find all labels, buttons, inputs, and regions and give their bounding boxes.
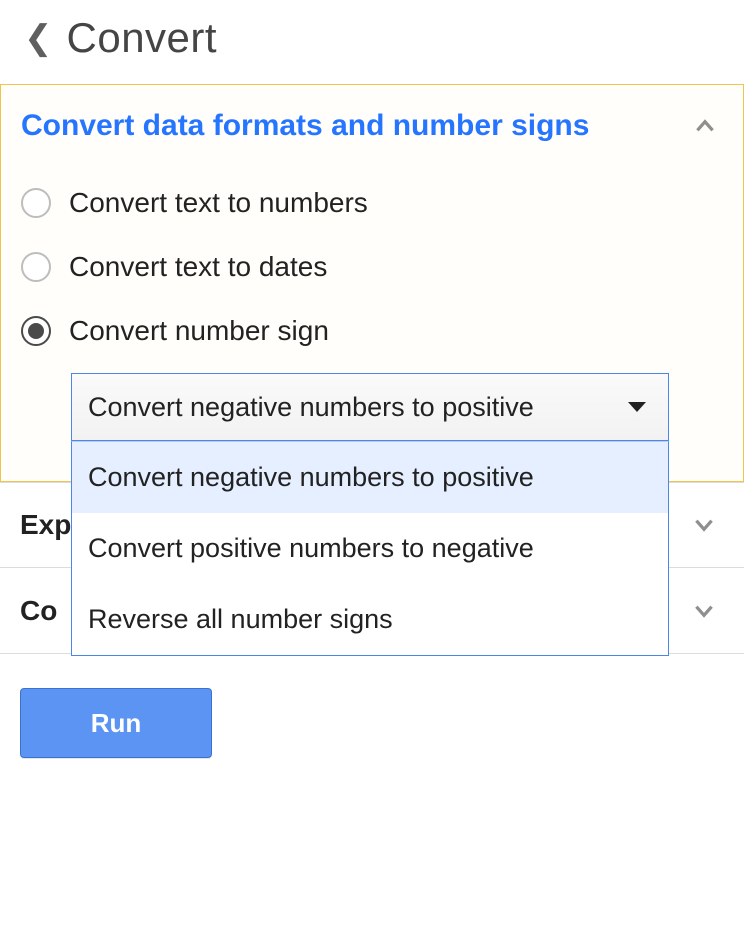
radio-label: Convert text to dates — [69, 251, 327, 283]
option-convert-text-to-dates[interactable]: Convert text to dates — [19, 235, 725, 299]
collapsed-title: Co — [20, 595, 57, 627]
run-button-label: Run — [91, 708, 142, 739]
panel-convert-formats: Convert data formats and number signs Co… — [0, 84, 744, 482]
radio-icon[interactable] — [21, 316, 51, 346]
dropdown-item[interactable]: Convert positive numbers to negative — [72, 513, 668, 584]
caret-down-icon — [628, 402, 646, 412]
chevron-up-icon — [691, 112, 719, 140]
radio-label: Convert number sign — [69, 315, 329, 347]
run-button[interactable]: Run — [20, 688, 212, 758]
option-convert-number-sign[interactable]: Convert number sign — [19, 299, 725, 363]
header-bar: ❮ Convert — [0, 0, 744, 84]
chevron-down-icon — [690, 511, 718, 539]
number-sign-dropdown: Convert negative numbers to positive Con… — [71, 441, 669, 656]
back-icon[interactable]: ❮ — [24, 21, 53, 55]
page-title: Convert — [67, 14, 218, 62]
radio-icon[interactable] — [21, 252, 51, 282]
number-sign-select[interactable]: Convert negative numbers to positive — [71, 373, 669, 441]
number-sign-select-wrap: Convert negative numbers to positive Con… — [71, 373, 669, 441]
option-convert-text-to-numbers[interactable]: Convert text to numbers — [19, 171, 725, 235]
select-value: Convert negative numbers to positive — [88, 392, 534, 423]
panel-title: Convert data formats and number signs — [21, 109, 589, 143]
action-bar: Run — [0, 654, 744, 758]
panel-header[interactable]: Convert data formats and number signs — [19, 109, 725, 171]
chevron-down-icon — [690, 597, 718, 625]
dropdown-item[interactable]: Convert negative numbers to positive — [72, 442, 668, 513]
collapsed-title: Exp — [20, 509, 71, 541]
radio-label: Convert text to numbers — [69, 187, 368, 219]
dropdown-item[interactable]: Reverse all number signs — [72, 584, 668, 655]
radio-icon[interactable] — [21, 188, 51, 218]
